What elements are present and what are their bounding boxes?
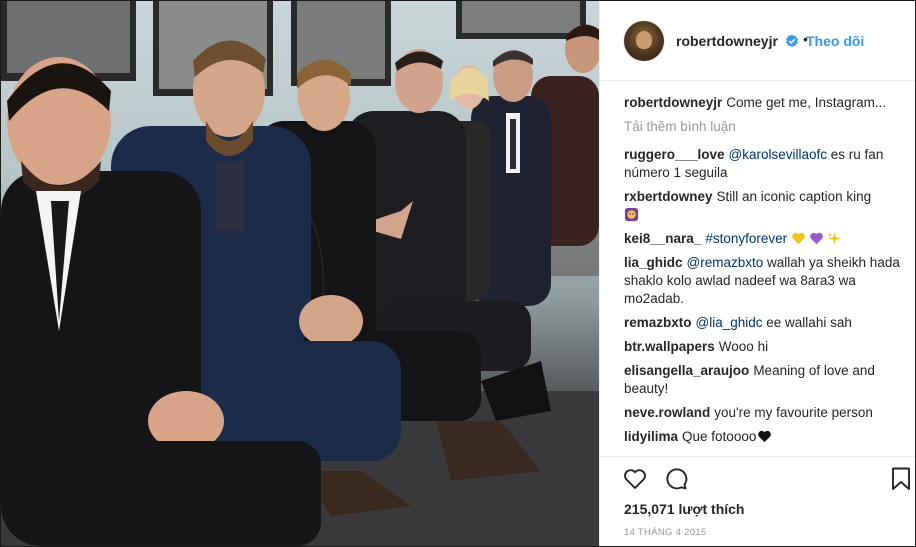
purple-heart-icon	[810, 232, 823, 245]
comment-item: lidyilima Que fotoooo	[624, 428, 900, 446]
group-photo-illustration	[1, 1, 599, 546]
comment-text: you're my favourite person	[714, 405, 873, 420]
comment-username[interactable]: lidyilima	[624, 429, 678, 444]
black-heart-icon	[758, 430, 772, 443]
caption-text: Come get me, Instagram...	[726, 95, 887, 110]
comment-username[interactable]: elisangella_araujoo	[624, 363, 749, 378]
comment-item: kei8__nara_ #stonyforever	[624, 230, 900, 248]
load-more-comments-button[interactable]: Tải thêm bình luận	[624, 118, 900, 136]
post-header: robertdowneyjr • Theo dõi	[600, 1, 915, 81]
verified-badge-icon	[786, 34, 798, 48]
comment-username[interactable]: neve.rowland	[624, 405, 710, 420]
post-actions: 215,071 lượt thích 14 THÁNG 4 2015	[600, 456, 915, 546]
comment-item: btr.wallpapers Wooo hi	[624, 338, 900, 356]
comment-item: lia_ghidc @remazbxto wallah ya sheikh had…	[624, 254, 900, 308]
comment-username[interactable]: rxbertdowney	[624, 189, 713, 204]
post-photo[interactable]	[1, 1, 599, 546]
comment-item: elisangella_araujoo Meaning of love and b…	[624, 362, 900, 398]
comment-username[interactable]: lia_ghidc	[624, 255, 683, 270]
comment-item: remazbxto @lia_ghidc ee wallahi sah	[624, 314, 900, 332]
instagram-post: robertdowneyjr • Theo dõi robertdowneyjr…	[0, 0, 916, 547]
comment-item: rxbertdowney Still an iconic caption king	[624, 188, 900, 224]
comment-username[interactable]: ruggero___love	[624, 147, 725, 162]
follow-button[interactable]: Theo dõi	[806, 33, 864, 49]
comment-username[interactable]: btr.wallpapers	[624, 339, 715, 354]
comment-text: Still an iconic caption king	[716, 189, 872, 204]
caption-username[interactable]: robertdowneyjr	[624, 95, 722, 110]
caption: robertdowneyjr Come get me, Instagram...	[624, 94, 900, 112]
comment-bubble-icon[interactable]	[663, 466, 689, 492]
comments-list[interactable]: robertdowneyjr Come get me, Instagram... …	[624, 94, 900, 452]
comment-mention[interactable]: @remazbxto	[687, 255, 764, 270]
like-heart-icon[interactable]	[622, 466, 648, 492]
likes-count[interactable]: 215,071 lượt thích	[624, 501, 744, 517]
comment-username[interactable]: kei8__nara_	[624, 231, 701, 246]
comment-text: Wooo hi	[718, 339, 769, 354]
comment-text: ee wallahi sah	[762, 315, 852, 330]
comment-text: Que fotoooo	[682, 429, 757, 444]
sparkles-icon	[827, 231, 841, 246]
comment-hashtag[interactable]: #stonyforever	[705, 231, 787, 246]
yellow-heart-icon	[792, 232, 805, 245]
comment-item: neve.rowland you're my favourite person	[624, 404, 900, 422]
comment-username[interactable]: remazbxto	[624, 315, 692, 330]
comment-mention[interactable]: @karolsevillaofc	[729, 147, 828, 162]
comment-item: ruggero___love @karolsevillaofc es ru fan…	[624, 146, 900, 182]
emoji-icon	[624, 207, 639, 222]
avatar[interactable]	[624, 21, 664, 61]
post-side-panel: robertdowneyjr • Theo dõi robertdowneyjr…	[599, 1, 915, 546]
author-username[interactable]: robertdowneyjr	[676, 33, 778, 49]
post-date[interactable]: 14 THÁNG 4 2015	[624, 527, 706, 538]
comment-mention[interactable]: @lia_ghidc	[696, 315, 763, 330]
bookmark-icon[interactable]	[890, 466, 912, 492]
